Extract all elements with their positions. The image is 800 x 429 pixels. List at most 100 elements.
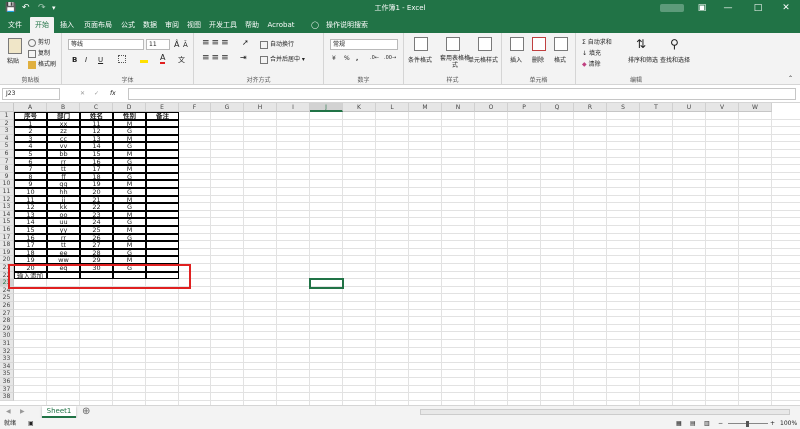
- table-cell[interactable]: [146, 226, 179, 234]
- column-header-L[interactable]: L: [376, 103, 409, 112]
- column-header-P[interactable]: P: [508, 103, 541, 112]
- autosum-button[interactable]: Σ 自动求和: [582, 37, 612, 46]
- row-header-27[interactable]: 27: [0, 309, 14, 318]
- confirm-entry-icon[interactable]: ✓: [94, 90, 99, 97]
- active-cell[interactable]: [309, 278, 344, 289]
- column-header-J[interactable]: J: [310, 103, 343, 112]
- table-cell[interactable]: [146, 203, 179, 211]
- column-header-E[interactable]: E: [146, 103, 179, 112]
- tab-page-layout[interactable]: 页面布局: [80, 17, 116, 33]
- row-header-28[interactable]: 28: [0, 317, 14, 325]
- worksheet[interactable]: ABCDEFGHIJKLMNOPQRSTUVW 1 2 3 4 5 6 7 8 9 10 11 12 1…: [0, 103, 800, 405]
- conditional-format-button[interactable]: 条件格式: [408, 55, 432, 64]
- name-box[interactable]: J23: [2, 88, 60, 100]
- column-header-W[interactable]: W: [739, 103, 772, 112]
- format-painter-button[interactable]: 格式刷: [28, 59, 56, 69]
- conditional-format-icon[interactable]: [414, 37, 428, 51]
- ribbon-options-icon[interactable]: ▣: [692, 2, 712, 14]
- column-header-H[interactable]: H: [244, 103, 277, 112]
- table-cell[interactable]: 12: [14, 203, 47, 211]
- page-break-view-icon[interactable]: ▥: [704, 418, 710, 429]
- table-cell[interactable]: G: [113, 233, 146, 242]
- column-header-I[interactable]: I: [277, 103, 310, 112]
- table-cell[interactable]: G: [113, 248, 146, 257]
- accessibility-icon[interactable]: ▣: [28, 418, 34, 429]
- column-header-T[interactable]: T: [640, 103, 673, 112]
- next-sheet-icon[interactable]: ▶: [20, 408, 25, 415]
- column-header-N[interactable]: N: [442, 103, 475, 112]
- tell-me-search[interactable]: 操作说明搜索: [322, 17, 372, 33]
- table-cell[interactable]: [146, 180, 179, 188]
- table-cell[interactable]: rr: [47, 157, 80, 166]
- row-header-33[interactable]: 33: [0, 355, 14, 363]
- column-header-D[interactable]: D: [113, 103, 146, 112]
- table-cell[interactable]: 14: [80, 142, 113, 150]
- table-header-cell[interactable]: 部门: [47, 112, 80, 120]
- table-cell[interactable]: tt: [47, 241, 80, 249]
- row-header-11[interactable]: 11: [0, 188, 14, 196]
- insert-function-button[interactable]: fx: [110, 90, 116, 97]
- currency-icon[interactable]: ¥: [332, 55, 336, 62]
- table-cell[interactable]: vv: [47, 142, 80, 150]
- table-cell[interactable]: 28: [80, 248, 113, 257]
- table-cell[interactable]: rr: [47, 233, 80, 242]
- table-cell[interactable]: 3: [14, 134, 47, 143]
- find-icon[interactable]: ⚲: [670, 37, 684, 51]
- table-header-cell[interactable]: 性别: [113, 112, 146, 120]
- add-sheet-icon[interactable]: ⊕: [82, 406, 90, 417]
- row-header-34[interactable]: 34: [0, 362, 14, 371]
- table-cell[interactable]: 23: [80, 210, 113, 219]
- table-cell[interactable]: 11: [14, 195, 47, 204]
- insert-cells-button[interactable]: 插入: [510, 55, 522, 64]
- table-cell[interactable]: cc: [47, 134, 80, 143]
- table-cell[interactable]: 10: [14, 188, 47, 196]
- table-cell[interactable]: 25: [80, 226, 113, 234]
- table-cell[interactable]: ee: [47, 248, 80, 257]
- find-select-button[interactable]: 查找和选择: [660, 55, 690, 64]
- row-header-15[interactable]: 15: [0, 218, 14, 226]
- row-header-4[interactable]: 4: [0, 134, 14, 143]
- formula-input[interactable]: [128, 88, 796, 100]
- fill-button[interactable]: ↓ 填充: [582, 48, 601, 57]
- prev-sheet-icon[interactable]: ◀: [6, 408, 11, 415]
- column-header-O[interactable]: O: [475, 103, 508, 112]
- table-cell[interactable]: [146, 142, 179, 150]
- table-cell[interactable]: 14: [14, 218, 47, 226]
- table-format-button[interactable]: 套用表格格式: [440, 55, 470, 69]
- borders-icon[interactable]: [118, 55, 128, 63]
- zoom-level[interactable]: 100%: [780, 418, 797, 429]
- table-cell[interactable]: M: [113, 226, 146, 234]
- table-cell[interactable]: 8: [14, 172, 47, 181]
- column-header-K[interactable]: K: [343, 103, 376, 112]
- table-cell[interactable]: M: [113, 165, 146, 173]
- italic-button[interactable]: I: [85, 56, 87, 64]
- table-cell[interactable]: [146, 195, 179, 204]
- table-cell[interactable]: uu: [47, 218, 80, 226]
- table-cell[interactable]: M: [113, 195, 146, 204]
- underline-button[interactable]: U: [98, 56, 103, 64]
- table-cell[interactable]: 19: [80, 180, 113, 188]
- cut-button[interactable]: 剪切: [28, 37, 50, 47]
- table-cell[interactable]: 21: [80, 195, 113, 204]
- table-cell[interactable]: 4: [14, 142, 47, 150]
- table-format-icon[interactable]: [446, 37, 460, 51]
- table-cell[interactable]: ff: [47, 172, 80, 181]
- sort-filter-button[interactable]: 排序和筛选: [628, 55, 658, 64]
- row-header-31[interactable]: 31: [0, 340, 14, 348]
- table-cell[interactable]: 24: [80, 218, 113, 226]
- table-cell[interactable]: jj: [47, 195, 80, 204]
- table-cell[interactable]: [146, 119, 179, 128]
- tab-data[interactable]: 数据: [140, 17, 160, 33]
- table-cell[interactable]: [146, 172, 179, 181]
- normal-view-icon[interactable]: ▦: [676, 418, 682, 429]
- table-cell[interactable]: 16: [14, 233, 47, 242]
- minimize-icon[interactable]: —: [718, 2, 738, 14]
- font-color-icon[interactable]: A: [160, 54, 166, 64]
- table-cell[interactable]: [146, 127, 179, 135]
- row-header-19[interactable]: 19: [0, 248, 14, 257]
- collapse-ribbon-icon[interactable]: ⌃: [788, 75, 793, 82]
- shrink-font-icon[interactable]: Ǎ: [183, 41, 188, 49]
- table-cell[interactable]: 16: [80, 157, 113, 166]
- decimal-increase-icon[interactable]: .0←: [370, 55, 379, 61]
- row-header-30[interactable]: 30: [0, 332, 14, 340]
